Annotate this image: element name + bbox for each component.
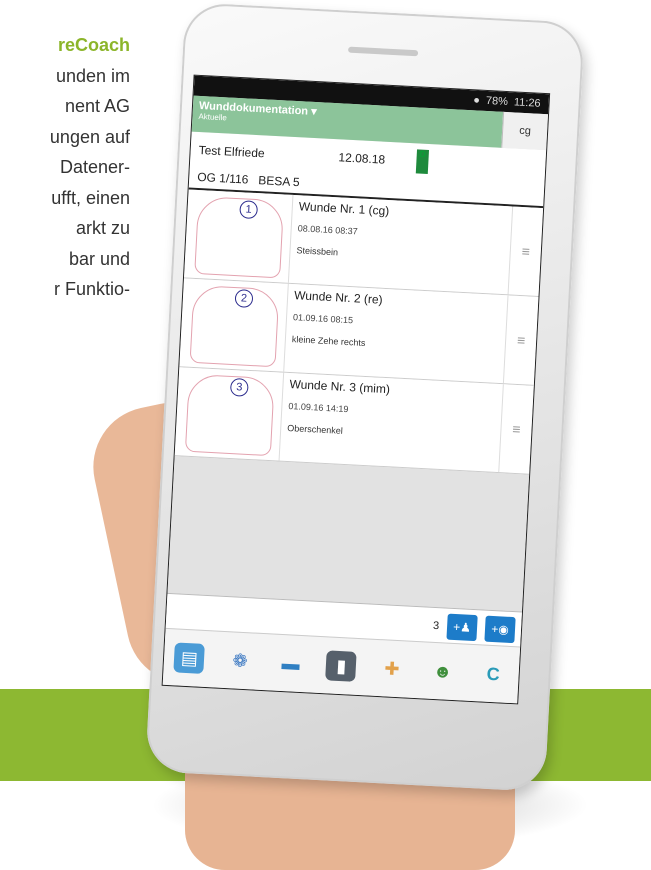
users-icon[interactable]: ☻ xyxy=(427,656,459,688)
wound-body-map: 3 xyxy=(174,367,285,461)
text-line: bar und xyxy=(68,248,130,269)
patient-besa: BESA 5 xyxy=(257,173,301,190)
text-line: arkt zu xyxy=(75,218,130,238)
camera-icon: ◉ xyxy=(497,621,510,637)
wound-date: 08.08.16 08:37 xyxy=(297,223,358,237)
id-card-icon[interactable]: ▤ xyxy=(173,642,206,674)
add-wound-button[interactable]: + ♟ xyxy=(446,613,478,641)
person-icon: ♟ xyxy=(459,619,472,635)
wound-location: Steissbein xyxy=(296,245,339,258)
stethoscope-icon[interactable]: ❁ xyxy=(224,645,256,677)
wound-date: 01.09.16 14:19 xyxy=(288,401,349,415)
text-line: ungen auf xyxy=(49,126,130,147)
text-line: ufft, einen xyxy=(51,187,130,208)
wound-body-map: 1 xyxy=(184,189,294,283)
menu-icon[interactable]: ≡ xyxy=(507,206,544,296)
menu-icon[interactable]: ≡ xyxy=(502,295,539,385)
menu-icon[interactable]: ≡ xyxy=(498,384,534,474)
bed-icon[interactable]: ▬ xyxy=(275,648,307,680)
phone-device: ● 78% 11:26 Wunddokumentation ▾ Aktuelle… xyxy=(145,2,585,792)
carecoach-logo-icon[interactable]: C xyxy=(477,658,509,690)
background-text: reCoach unden im nent AG ungen auf Daten… xyxy=(0,30,130,305)
phone-speaker xyxy=(347,46,419,57)
wound-count: 3 xyxy=(432,619,440,632)
phone-screen: ● 78% 11:26 Wunddokumentation ▾ Aktuelle… xyxy=(161,74,551,705)
text-line: Datener- xyxy=(59,157,130,177)
add-photo-button[interactable]: + ◉ xyxy=(484,615,516,643)
wound-location: kleine Zehe rechts xyxy=(291,334,366,348)
wound-date: 01.09.16 08:15 xyxy=(292,312,354,326)
user-button[interactable]: cg xyxy=(501,111,549,151)
text-line: reCoach xyxy=(57,35,130,55)
wound-body-map: 2 xyxy=(179,278,289,372)
text-line: unden im xyxy=(55,65,130,86)
status-badge: D xyxy=(415,149,430,174)
wound-location: Oberschenkel xyxy=(287,422,343,436)
text-line: nent AG xyxy=(64,96,130,116)
patient-date: 12.08.18 xyxy=(338,150,386,167)
text-line: r Funktio- xyxy=(53,279,130,299)
patient-room: OG 1/116 xyxy=(196,169,249,187)
wifi-icon: ● xyxy=(472,94,481,107)
bandage-icon[interactable]: ✚ xyxy=(376,653,408,685)
patient-name: Test Elfriede xyxy=(198,142,266,161)
book-icon[interactable]: ▮ xyxy=(325,650,358,682)
clock: 11:26 xyxy=(513,96,541,110)
chevron-down-icon: ▾ xyxy=(310,105,317,119)
battery-level: 78% xyxy=(485,94,509,109)
